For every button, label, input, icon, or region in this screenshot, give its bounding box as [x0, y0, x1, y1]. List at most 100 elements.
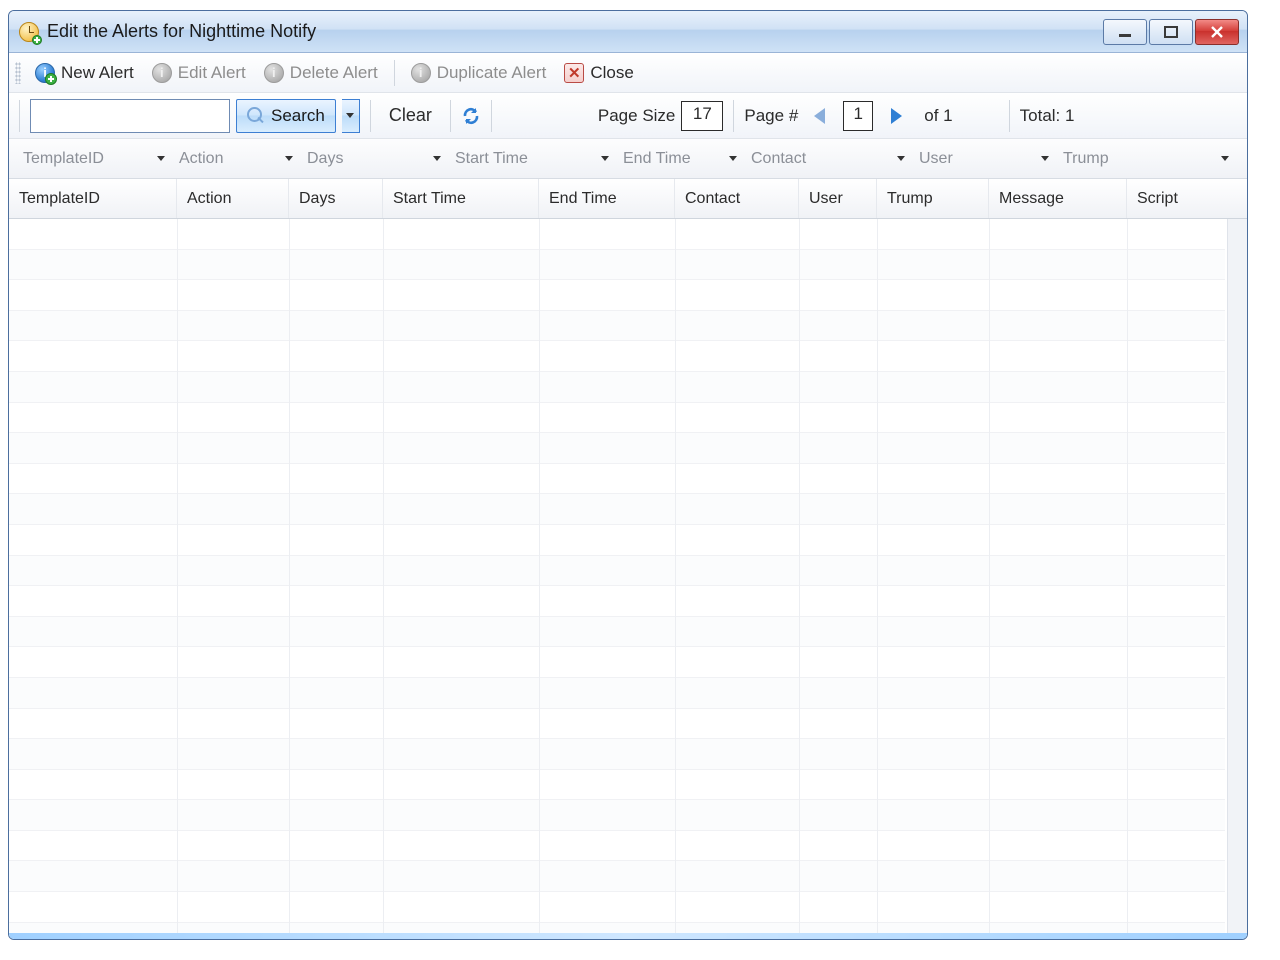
table-row[interactable] [9, 739, 1225, 770]
grid-area[interactable] [9, 219, 1247, 939]
grid-background [9, 219, 1225, 939]
chevron-down-icon [1221, 156, 1229, 161]
table-row[interactable] [9, 250, 1225, 281]
page-size-input[interactable]: 17 [681, 101, 723, 131]
col-trump[interactable]: Trump [877, 179, 989, 218]
filter-trump[interactable]: Trump [1055, 150, 1235, 168]
col-contact[interactable]: Contact [675, 179, 799, 218]
table-row[interactable] [9, 800, 1225, 831]
table-row[interactable] [9, 403, 1225, 434]
refresh-button[interactable] [461, 106, 481, 126]
page-num-input[interactable]: 1 [843, 101, 873, 131]
table-row[interactable] [9, 831, 1225, 862]
titlebar[interactable]: Edit the Alerts for Nighttime Notify [9, 11, 1247, 53]
filter-contact[interactable]: Contact [743, 150, 911, 168]
maximize-button[interactable] [1149, 19, 1193, 45]
prev-page-button[interactable] [814, 108, 825, 124]
table-row[interactable] [9, 709, 1225, 740]
search-dropdown[interactable] [342, 99, 360, 133]
toolbar-separator [450, 100, 451, 132]
toolbar-separator [394, 60, 395, 86]
grid-divider [289, 219, 290, 939]
col-action[interactable]: Action [177, 179, 289, 218]
toolbar-separator [491, 100, 492, 132]
col-endtime[interactable]: End Time [539, 179, 675, 218]
edit-alert-label: Edit Alert [178, 63, 246, 83]
table-row[interactable] [9, 617, 1225, 648]
filter-action[interactable]: Action [171, 150, 299, 168]
table-row[interactable] [9, 372, 1225, 403]
app-icon [19, 22, 39, 42]
search-icon [247, 107, 265, 125]
search-toolbar: Search Clear Page Size 17 Page # 1 of 1 [9, 93, 1247, 139]
table-row[interactable] [9, 280, 1225, 311]
info-icon: i [152, 63, 172, 83]
toolbar-separator [19, 100, 20, 132]
chevron-down-icon [729, 156, 737, 161]
table-row[interactable] [9, 433, 1225, 464]
table-row[interactable] [9, 311, 1225, 342]
filter-row: TemplateID Action Days Start Time End Ti… [9, 139, 1247, 179]
duplicate-alert-label: Duplicate Alert [437, 63, 547, 83]
table-row[interactable] [9, 678, 1225, 709]
table-row[interactable] [9, 647, 1225, 678]
chevron-down-icon [897, 156, 905, 161]
new-alert-button[interactable]: i New Alert [29, 61, 140, 85]
edit-alert-button[interactable]: i Edit Alert [146, 61, 252, 85]
table-row[interactable] [9, 556, 1225, 587]
table-row[interactable] [9, 892, 1225, 923]
grid-divider [177, 219, 178, 939]
duplicate-alert-button[interactable]: i Duplicate Alert [405, 61, 553, 85]
col-script[interactable]: Script [1127, 179, 1223, 218]
table-row[interactable] [9, 464, 1225, 495]
grid-divider [799, 219, 800, 939]
filter-endtime[interactable]: End Time [615, 150, 743, 168]
close-icon: ✕ [564, 63, 584, 83]
col-user[interactable]: User [799, 179, 877, 218]
new-alert-label: New Alert [61, 63, 134, 83]
chevron-down-icon [433, 156, 441, 161]
toolbar-separator [733, 100, 734, 132]
chevron-down-icon [601, 156, 609, 161]
grid-divider [877, 219, 878, 939]
grid-divider [989, 219, 990, 939]
grid-divider [383, 219, 384, 939]
window-glow [9, 933, 1247, 939]
filter-user[interactable]: User [911, 150, 1055, 168]
table-row[interactable] [9, 494, 1225, 525]
total-label: Total: 1 [1020, 106, 1075, 126]
delete-alert-button[interactable]: i Delete Alert [258, 61, 384, 85]
page-of-label: of 1 [924, 106, 952, 126]
toolbar: i New Alert i Edit Alert i Delete Alert … [9, 53, 1247, 93]
col-templateid[interactable]: TemplateID [9, 179, 177, 218]
alerts-window: Edit the Alerts for Nighttime Notify i N… [8, 10, 1248, 940]
filter-starttime[interactable]: Start Time [447, 150, 615, 168]
table-row[interactable] [9, 861, 1225, 892]
table-row[interactable] [9, 770, 1225, 801]
minimize-button[interactable] [1103, 19, 1147, 45]
close-button[interactable]: ✕ Close [558, 61, 639, 85]
filter-templateid[interactable]: TemplateID [15, 150, 171, 168]
clear-button[interactable]: Clear [381, 105, 440, 126]
search-input[interactable] [30, 99, 230, 133]
table-row[interactable] [9, 219, 1225, 250]
table-row[interactable] [9, 525, 1225, 556]
chevron-down-icon [346, 113, 354, 118]
grid-divider [539, 219, 540, 939]
chevron-down-icon [157, 156, 165, 161]
table-row[interactable] [9, 341, 1225, 372]
page-size-label: Page Size [598, 106, 676, 126]
toolbar-grip [15, 62, 21, 84]
col-days[interactable]: Days [289, 179, 383, 218]
close-window-button[interactable] [1195, 19, 1239, 45]
info-plus-icon: i [35, 63, 55, 83]
search-button[interactable]: Search [236, 99, 336, 133]
table-row[interactable] [9, 586, 1225, 617]
next-page-button[interactable] [891, 108, 902, 124]
info-icon: i [411, 63, 431, 83]
col-starttime[interactable]: Start Time [383, 179, 539, 218]
filter-days[interactable]: Days [299, 150, 447, 168]
vertical-scrollbar[interactable] [1227, 219, 1247, 939]
toolbar-separator [1009, 100, 1010, 132]
col-message[interactable]: Message [989, 179, 1127, 218]
